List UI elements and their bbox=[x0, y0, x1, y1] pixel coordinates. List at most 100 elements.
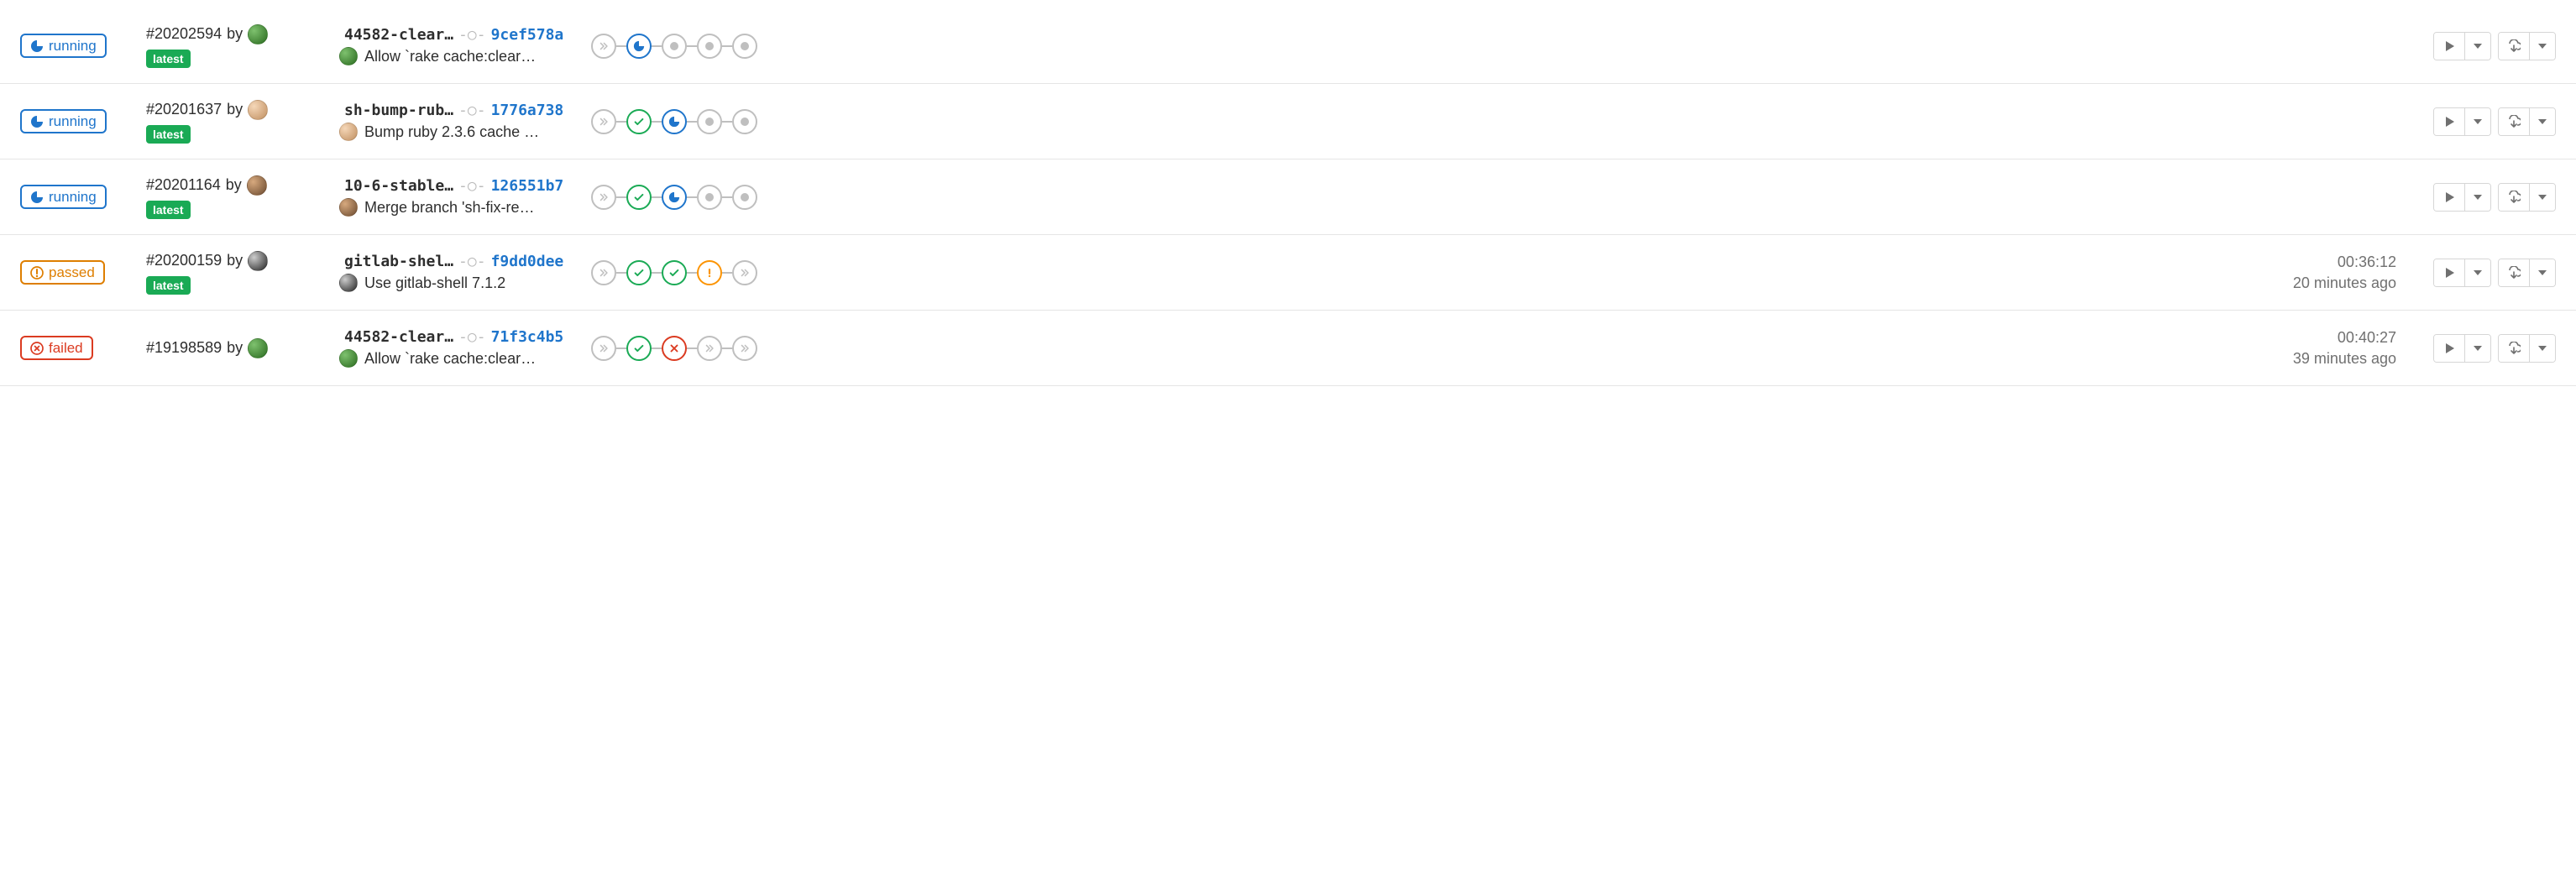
caret-down-icon bbox=[2474, 346, 2482, 351]
commit-sha-link[interactable]: 9cef578a bbox=[491, 26, 564, 44]
status-badge[interactable]: running bbox=[20, 34, 107, 58]
manual-actions-group bbox=[2433, 334, 2491, 363]
status-running-icon bbox=[30, 39, 44, 53]
stage-passed[interactable] bbox=[626, 260, 652, 285]
commit-author-avatar[interactable] bbox=[339, 123, 358, 141]
triggerer-avatar[interactable] bbox=[248, 24, 268, 44]
pipeline-id-link[interactable]: #19198589 bbox=[146, 339, 222, 357]
play-dropdown[interactable] bbox=[2464, 335, 2490, 362]
artifacts-group bbox=[2498, 334, 2556, 363]
pipeline-id-link[interactable]: #20200159 bbox=[146, 252, 222, 269]
stage-collapsed[interactable] bbox=[591, 109, 616, 134]
branch-link[interactable]: 44582-clear… bbox=[344, 26, 453, 44]
play-button[interactable] bbox=[2434, 259, 2464, 286]
stage-pending[interactable] bbox=[732, 109, 757, 134]
status-running-icon bbox=[30, 115, 44, 128]
artifacts-dropdown[interactable] bbox=[2529, 108, 2555, 135]
stage-pending[interactable] bbox=[697, 185, 722, 210]
commit-author-avatar[interactable] bbox=[339, 349, 358, 368]
play-button[interactable] bbox=[2434, 33, 2464, 60]
download-artifacts-button[interactable] bbox=[2499, 108, 2529, 135]
stage-collapsed[interactable] bbox=[591, 185, 616, 210]
artifacts-dropdown[interactable] bbox=[2529, 33, 2555, 60]
artifacts-group bbox=[2498, 183, 2556, 212]
stage-passed[interactable] bbox=[626, 185, 652, 210]
play-dropdown[interactable] bbox=[2464, 259, 2490, 286]
stage-pending[interactable] bbox=[697, 34, 722, 59]
by-text: by bbox=[227, 339, 243, 357]
download-artifacts-button[interactable] bbox=[2499, 259, 2529, 286]
download-artifacts-button[interactable] bbox=[2499, 33, 2529, 60]
triggerer-avatar[interactable] bbox=[248, 338, 268, 358]
triggerer-avatar[interactable] bbox=[248, 100, 268, 120]
by-text: by bbox=[227, 252, 243, 269]
play-dropdown[interactable] bbox=[2464, 108, 2490, 135]
artifacts-dropdown[interactable] bbox=[2529, 335, 2555, 362]
stage-pending[interactable] bbox=[662, 34, 687, 59]
commit-message[interactable]: Use gitlab-shell 7.1.2 bbox=[364, 274, 505, 292]
caret-down-icon bbox=[2474, 44, 2482, 49]
commit-message[interactable]: Bump ruby 2.3.6 cache … bbox=[364, 123, 539, 141]
pipeline-id-link[interactable]: #20201637 bbox=[146, 101, 222, 118]
branch-link[interactable]: 10-6-stable… bbox=[344, 177, 453, 195]
stage-failed[interactable] bbox=[662, 336, 687, 361]
caret-down-icon bbox=[2538, 44, 2547, 49]
manual-actions-group bbox=[2433, 183, 2491, 212]
stage-collapsed[interactable] bbox=[591, 336, 616, 361]
play-button[interactable] bbox=[2434, 108, 2464, 135]
artifacts-dropdown[interactable] bbox=[2529, 184, 2555, 211]
commit-message[interactable]: Allow `rake cache:clear… bbox=[364, 350, 536, 368]
stages-graph bbox=[591, 185, 757, 210]
commit-sep-icon: -○- bbox=[458, 102, 486, 119]
status-badge[interactable]: running bbox=[20, 185, 107, 209]
triggerer-avatar[interactable] bbox=[247, 175, 267, 196]
stage-passed[interactable] bbox=[662, 260, 687, 285]
commit-sha-link[interactable]: 71f3c4b5 bbox=[491, 328, 564, 346]
branch-link[interactable]: 44582-clear… bbox=[344, 328, 453, 346]
stage-collapsed[interactable] bbox=[591, 260, 616, 285]
branch-link[interactable]: gitlab-shel… bbox=[344, 253, 453, 270]
commit-sha-link[interactable]: 126551b7 bbox=[491, 177, 564, 195]
play-button[interactable] bbox=[2434, 184, 2464, 211]
download-artifacts-button[interactable] bbox=[2499, 184, 2529, 211]
stage-warning[interactable] bbox=[697, 260, 722, 285]
stage-pending[interactable] bbox=[732, 34, 757, 59]
caret-down-icon bbox=[2538, 270, 2547, 275]
stage-collapsed[interactable] bbox=[591, 34, 616, 59]
status-badge[interactable]: running bbox=[20, 109, 107, 133]
stage-running[interactable] bbox=[662, 109, 687, 134]
pipeline-row: passed #20200159 by latest gitlab-shel… … bbox=[0, 235, 2576, 311]
duration: 00:40:27 bbox=[2338, 329, 2396, 347]
pipeline-id-link[interactable]: #20202594 bbox=[146, 25, 222, 43]
commit-author-avatar[interactable] bbox=[339, 198, 358, 217]
artifacts-dropdown[interactable] bbox=[2529, 259, 2555, 286]
stage-pending[interactable] bbox=[697, 109, 722, 134]
pipeline-id-link[interactable]: #20201164 bbox=[146, 176, 221, 194]
commit-author-avatar[interactable] bbox=[339, 274, 358, 292]
by-text: by bbox=[227, 101, 243, 118]
commit-message[interactable]: Merge branch 'sh-fix-re… bbox=[364, 199, 535, 217]
commit-message[interactable]: Allow `rake cache:clear… bbox=[364, 48, 536, 65]
commit-sha-link[interactable]: 1776a738 bbox=[491, 102, 564, 119]
triggerer-avatar[interactable] bbox=[248, 251, 268, 271]
stage-running[interactable] bbox=[626, 34, 652, 59]
status-badge[interactable]: passed bbox=[20, 260, 105, 285]
caret-down-icon bbox=[2474, 270, 2482, 275]
play-dropdown[interactable] bbox=[2464, 184, 2490, 211]
download-artifacts-button[interactable] bbox=[2499, 335, 2529, 362]
commit-sep-icon: -○- bbox=[458, 26, 486, 44]
artifacts-group bbox=[2498, 259, 2556, 287]
stage-running[interactable] bbox=[662, 185, 687, 210]
status-badge[interactable]: failed bbox=[20, 336, 93, 360]
stage-collapsed[interactable] bbox=[732, 336, 757, 361]
stage-passed[interactable] bbox=[626, 109, 652, 134]
stage-pending[interactable] bbox=[732, 185, 757, 210]
play-dropdown[interactable] bbox=[2464, 33, 2490, 60]
stage-collapsed[interactable] bbox=[732, 260, 757, 285]
commit-author-avatar[interactable] bbox=[339, 47, 358, 65]
play-button[interactable] bbox=[2434, 335, 2464, 362]
stage-collapsed[interactable] bbox=[697, 336, 722, 361]
stage-passed[interactable] bbox=[626, 336, 652, 361]
branch-link[interactable]: sh-bump-rub… bbox=[344, 102, 453, 119]
commit-sha-link[interactable]: f9dd0dee bbox=[491, 253, 564, 270]
